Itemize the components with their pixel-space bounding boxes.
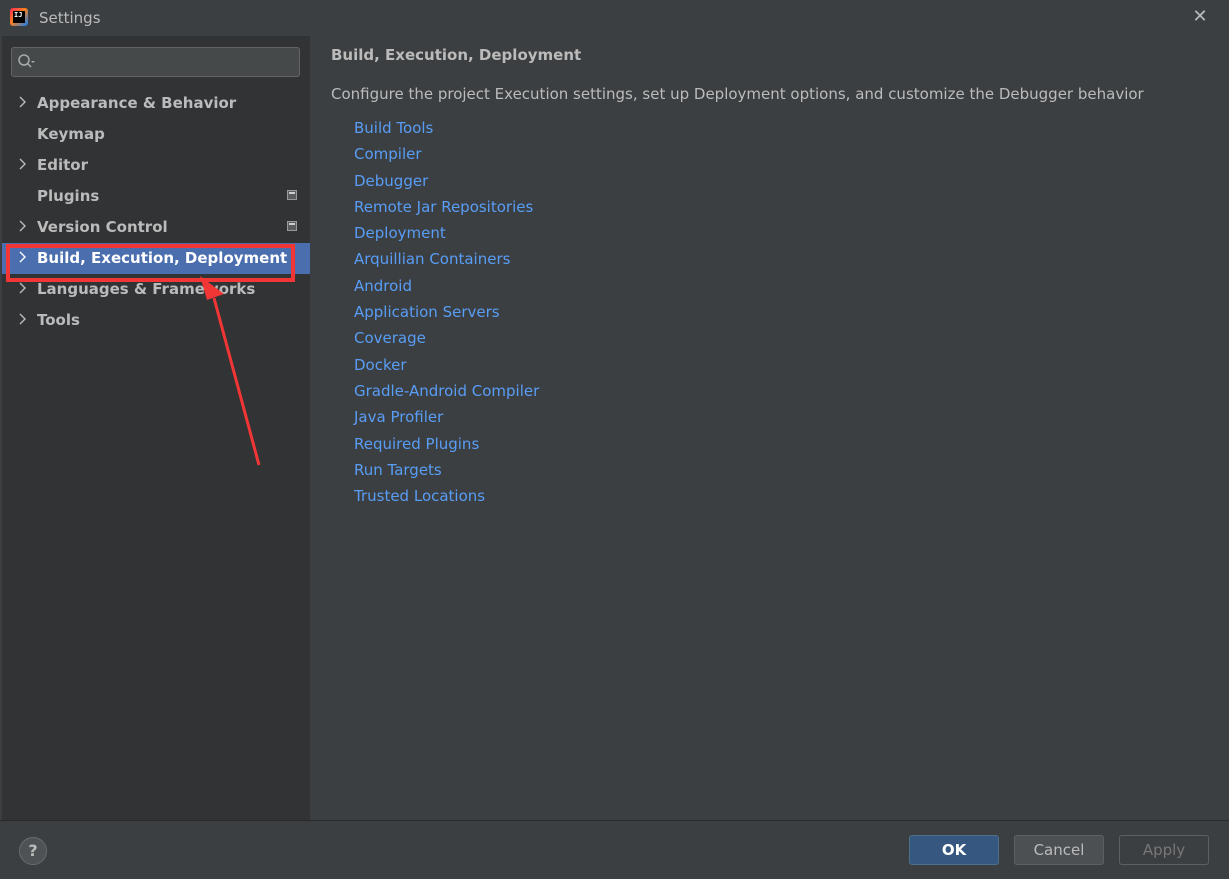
project-level-icon [287, 190, 297, 200]
link-remote-jar-repositories[interactable]: Remote Jar Repositories [354, 198, 539, 224]
page-description: Configure the project Execution settings… [331, 85, 1144, 103]
sidebar-item-languages-frameworks[interactable]: Languages & Frameworks [2, 274, 310, 305]
window-title: Settings [39, 9, 101, 27]
sidebar-item-keymap[interactable]: Keymap [2, 119, 310, 150]
subpage-links: Build Tools Compiler Debugger Remote Jar Re… [354, 119, 539, 513]
app-icon-text: IJ [14, 11, 23, 19]
project-level-icon [287, 221, 297, 231]
link-deployment[interactable]: Deployment [354, 224, 539, 250]
cancel-button[interactable]: Cancel [1014, 835, 1104, 865]
link-arquillian-containers[interactable]: Arquillian Containers [354, 250, 539, 276]
link-trusted-locations[interactable]: Trusted Locations [354, 487, 539, 513]
dialog-footer: ? OK Cancel Apply [0, 820, 1229, 879]
link-docker[interactable]: Docker [354, 356, 539, 382]
chevron-right-icon[interactable] [18, 282, 30, 296]
sidebar-item-build-execution-deployment[interactable]: Build, Execution, Deployment [2, 243, 310, 274]
link-coverage[interactable]: Coverage [354, 329, 539, 355]
link-run-targets[interactable]: Run Targets [354, 461, 539, 487]
search-icon [18, 54, 35, 68]
sidebar-item-label: Keymap [37, 125, 105, 143]
sidebar-item-version-control[interactable]: Version Control [2, 212, 310, 243]
link-debugger[interactable]: Debugger [354, 172, 539, 198]
search-input[interactable] [42, 51, 292, 73]
help-button[interactable]: ? [19, 837, 47, 865]
link-application-servers[interactable]: Application Servers [354, 303, 539, 329]
chevron-right-icon[interactable] [18, 158, 30, 172]
sidebar-item-label: Languages & Frameworks [37, 280, 256, 298]
link-java-profiler[interactable]: Java Profiler [354, 408, 539, 434]
sidebar-item-appearance-behavior[interactable]: Appearance & Behavior [2, 88, 310, 119]
sidebar-item-label: Version Control [37, 218, 168, 236]
link-compiler[interactable]: Compiler [354, 145, 539, 171]
chevron-right-icon[interactable] [18, 251, 30, 265]
close-icon[interactable]: ✕ [1189, 6, 1211, 28]
link-android[interactable]: Android [354, 277, 539, 303]
title-bar: IJ Settings ✕ [0, 0, 1229, 36]
ok-button[interactable]: OK [909, 835, 999, 865]
sidebar-item-editor[interactable]: Editor [2, 150, 310, 181]
sidebar-item-label: Tools [37, 311, 80, 329]
link-build-tools[interactable]: Build Tools [354, 119, 539, 145]
page-title: Build, Execution, Deployment [331, 46, 582, 64]
sidebar-item-label: Plugins [37, 187, 100, 205]
link-gradle-android-compiler[interactable]: Gradle-Android Compiler [354, 382, 539, 408]
settings-content: Build, Execution, Deployment Configure t… [331, 36, 1211, 816]
sidebar-item-label: Editor [37, 156, 88, 174]
sidebar-item-label: Build, Execution, Deployment [37, 249, 288, 267]
settings-tree: Appearance & Behavior Keymap Editor Plugins… [2, 88, 310, 336]
chevron-right-icon[interactable] [18, 313, 30, 327]
chevron-right-icon[interactable] [18, 220, 30, 234]
apply-button[interactable]: Apply [1119, 835, 1209, 865]
settings-search-box[interactable] [11, 47, 300, 77]
sidebar-item-label: Appearance & Behavior [37, 94, 237, 112]
sidebar-item-tools[interactable]: Tools [2, 305, 310, 336]
link-required-plugins[interactable]: Required Plugins [354, 435, 539, 461]
chevron-right-icon[interactable] [18, 96, 30, 110]
settings-sidebar: Appearance & Behavior Keymap Editor Plugins… [2, 36, 310, 820]
intellij-app-icon: IJ [10, 8, 28, 26]
sidebar-item-plugins[interactable]: Plugins [2, 181, 310, 212]
